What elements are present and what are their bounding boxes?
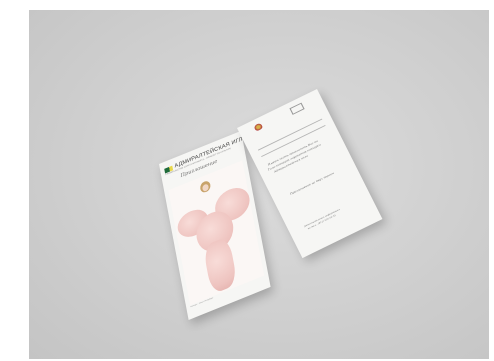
dancer-photo [168,160,265,306]
photo-background: АДМИРАЛТЕЙСКАЯ ИГЛА ПРАВИТЕЛЬСТВО САНКТ-… [29,10,489,359]
invitation-text-2: Гала-концерт лауреатов конкурса [267,142,322,172]
committee-logo-icon [289,102,305,115]
coat-of-arms-icon [253,122,264,132]
entry-note: Приглашение на двух персон [289,171,335,196]
footer-info-1: Дополнительная информация [303,208,341,228]
